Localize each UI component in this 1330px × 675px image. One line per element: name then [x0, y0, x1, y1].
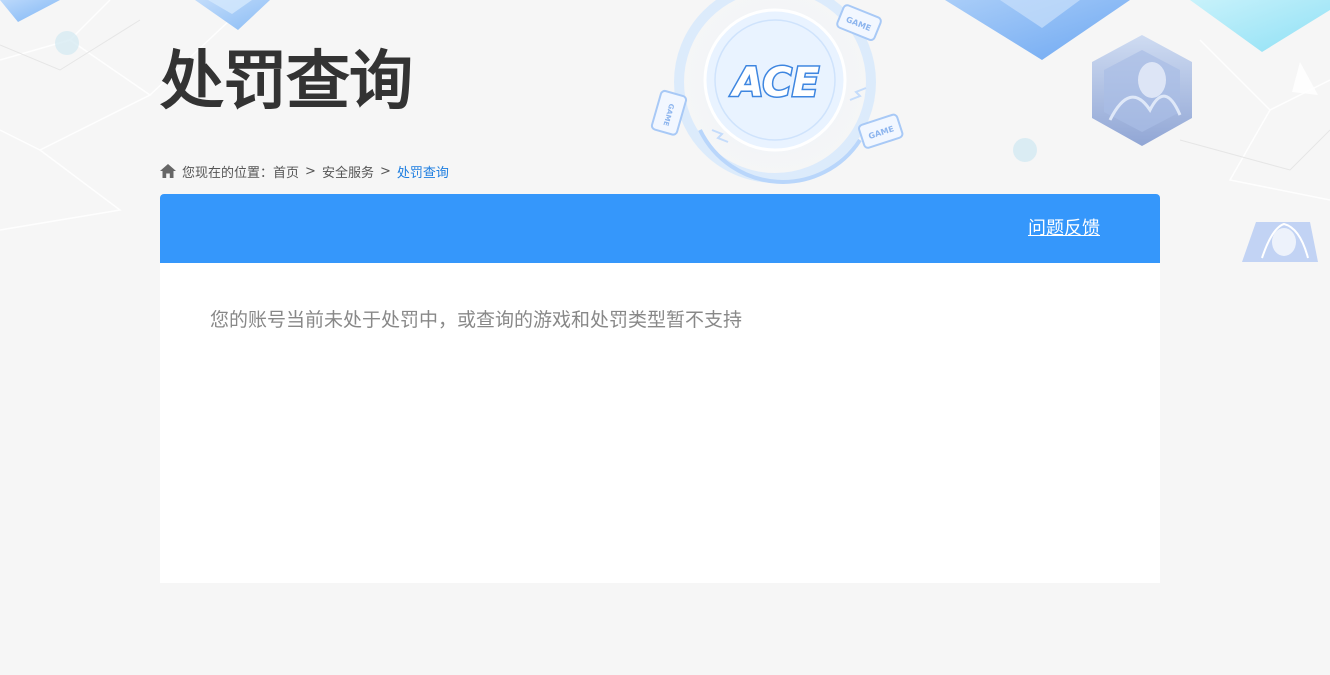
result-panel: 问题反馈 您的账号当前未处于处罚中，或查询的游戏和处罚类型暂不支持: [160, 194, 1160, 583]
ace-logo-icon: ACE: [728, 59, 820, 108]
character-hexagon-icon: [1092, 35, 1192, 146]
page-title: 处罚查询: [160, 45, 413, 119]
home-icon: [160, 164, 176, 178]
character-thumb-icon: [1242, 222, 1318, 262]
breadcrumb-separator: >: [305, 163, 316, 179]
panel-header: 问题反馈: [160, 194, 1160, 263]
breadcrumb-prefix: 您现在的位置：: [182, 165, 274, 181]
panel-body: 您的账号当前未处于处罚中，或查询的游戏和处罚类型暂不支持: [160, 263, 1160, 377]
breadcrumb: 您现在的位置： 首页 > 安全服务 > 处罚查询: [160, 160, 449, 182]
result-message: 您的账号当前未处于处罚中，或查询的游戏和处罚类型暂不支持: [210, 309, 743, 331]
svg-text:ACE: ACE: [730, 60, 819, 106]
breadcrumb-separator: >: [379, 163, 391, 179]
breadcrumb-current: 处罚查询: [396, 165, 449, 181]
breadcrumb-home-link[interactable]: 首页: [273, 162, 299, 181]
breadcrumb-security-link[interactable]: 安全服务: [322, 162, 374, 181]
feedback-link[interactable]: 问题反馈: [1028, 217, 1100, 241]
